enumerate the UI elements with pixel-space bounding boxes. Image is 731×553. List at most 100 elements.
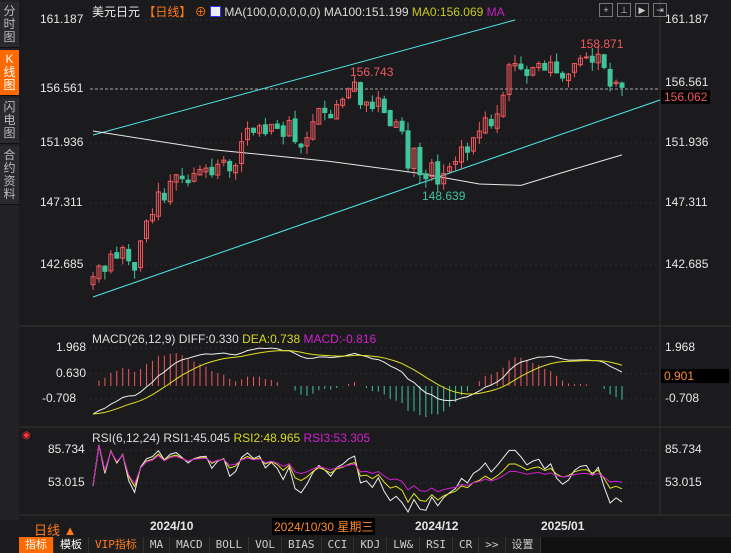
macd-diff: DIFF:0.330 [178,332,239,346]
period-label[interactable]: 【日线】 [143,5,191,19]
tab-11[interactable]: RSI [420,537,453,553]
price-label-right: 156.561 [665,75,709,89]
candle-body [161,192,167,201]
indicator-tab-bar: 指标 模板 VIP指标 MA MACD BOLL VOL BIAS CCI KDJ LW& RSI CR… [19,537,731,553]
crosshair-icon[interactable]: + [599,3,613,17]
sidebar-tab-label: 闪电图 [3,100,16,140]
price-label-right: 151.936 [665,135,709,149]
low-annotation: 148.639 [422,189,466,203]
candle-body [524,69,530,76]
candle-body [126,248,132,262]
period-text: 日线 [34,523,61,538]
candle-body [601,54,607,68]
price-label-left: 161.187 [40,12,84,26]
macd-value: MACD:-0.816 [303,332,377,346]
tab-6[interactable]: VOL [249,537,282,553]
sidebar-tab-kline[interactable]: K线图 [0,50,19,96]
alert-icon[interactable]: ◉ [22,430,31,441]
rsi-legend: RSI(6,12,24) RSI1:45.045 RSI2:48.965 RSI… [92,431,370,445]
candle-body [464,146,470,153]
rsi-axis-right: 53.015 [665,475,702,489]
rsi-axis-left: 53.015 [48,475,85,489]
tab-14[interactable]: 设置 [505,537,541,553]
tab-12[interactable]: CR [453,537,480,553]
macd-axis-left: 1.968 [56,340,87,354]
candle-body [179,175,185,180]
sidebar: 分时图 K线图 闪电图 合约资料 [0,0,19,520]
candle-body [357,82,363,106]
candle-body [405,130,411,169]
rsi-axis-left: 85.734 [48,442,85,456]
candle-body [114,252,120,259]
sidebar-tab-contract-info[interactable]: 合约资料 [0,146,19,205]
chart-canvas[interactable] [0,0,731,537]
price-label-left: 156.561 [40,81,84,95]
candle-body [423,173,429,180]
candle-body [227,160,233,172]
candle-body [322,107,328,114]
candle-body [185,179,191,184]
price-label-right: 142.685 [665,257,709,271]
candle-body [583,56,589,59]
high-annotation: 156.743 [350,65,394,79]
tab-8[interactable]: CCI [321,537,355,553]
tab-7[interactable]: BIAS [282,537,322,553]
candle-body [554,61,560,74]
price-label-left: 147.311 [40,195,83,209]
play-icon[interactable]: ▶ [635,3,649,17]
zoom-in-icon[interactable]: ⊥ [617,3,631,17]
rsi1-value: RSI1:45.045 [163,431,231,445]
candle-body [435,161,441,185]
ma-formula[interactable]: MA(100,0,0,0,0,0) [224,5,320,19]
candle-body [399,120,405,132]
candle-body [560,72,566,79]
candle-body [518,63,524,70]
macd-axis-left: -0.708 [42,391,77,405]
candle-body [369,101,375,110]
tab-5[interactable]: BOLL [209,537,250,553]
candle-body [102,265,108,272]
symbol-name: 美元日元 [92,5,141,19]
tab-2[interactable]: VIP指标 [89,537,144,553]
ma-label: MA [486,5,505,19]
chart-header: 美元日元 【日线】 ⊕ MA(100,0,0,0,0,0) MA100:151.… [92,3,505,20]
high-annotation: 158.871 [580,37,624,51]
current-price-box: 156.062 [661,90,711,104]
candle-body [209,166,215,176]
macd-axis-right: 1.968 [665,340,696,354]
time-label: 2024/12 [415,519,459,533]
candle-body [274,123,280,129]
ma0-value: MA0:156.069 [411,5,484,19]
rsi-axis-right: 85.734 [665,442,702,456]
tab-4[interactable]: MACD [170,537,210,553]
price-label-right: 147.311 [665,195,708,209]
tab-9[interactable]: KDJ [354,537,388,553]
rsi3-value: RSI3:53.305 [303,431,371,445]
tab-1[interactable]: 模板 [54,537,89,553]
tab-13[interactable]: >> [479,537,506,553]
cursor-date: 2024/10/30 星期三 [272,518,376,535]
sidebar-tab-timeshare[interactable]: 分时图 [0,2,19,48]
candle-body [381,98,387,114]
target-icon[interactable]: ⊕ [195,5,207,19]
sidebar-tab-label: K线图 [3,52,16,92]
tab-10[interactable]: LW& [387,537,421,553]
rsi2-value: RSI2:48.965 [233,431,301,445]
price-label-left: 142.685 [40,257,84,271]
candle-body [298,143,304,148]
macd-dea: DEA:0.738 [242,332,301,346]
indicator-icon[interactable] [210,6,222,17]
tab-0[interactable]: 指标 [19,537,54,553]
candle-body [619,82,625,88]
time-label: 2024/10 [150,519,194,533]
sidebar-tab-flash[interactable]: 闪电图 [0,98,19,144]
macd-axis-left: 0.630 [56,366,87,380]
candle-body [417,146,423,176]
ma100-value: MA100:151.199 [323,5,409,19]
candle-body [589,55,595,63]
macd-legend: MACD(26,12,9) DIFF:0.330 DEA:0.738 MACD:… [92,332,376,346]
candle-body [607,68,613,87]
macd-axis-right: -0.708 [665,391,700,405]
tab-3[interactable]: MA [143,537,171,553]
rsi-title: RSI(6,12,24) [92,431,161,445]
